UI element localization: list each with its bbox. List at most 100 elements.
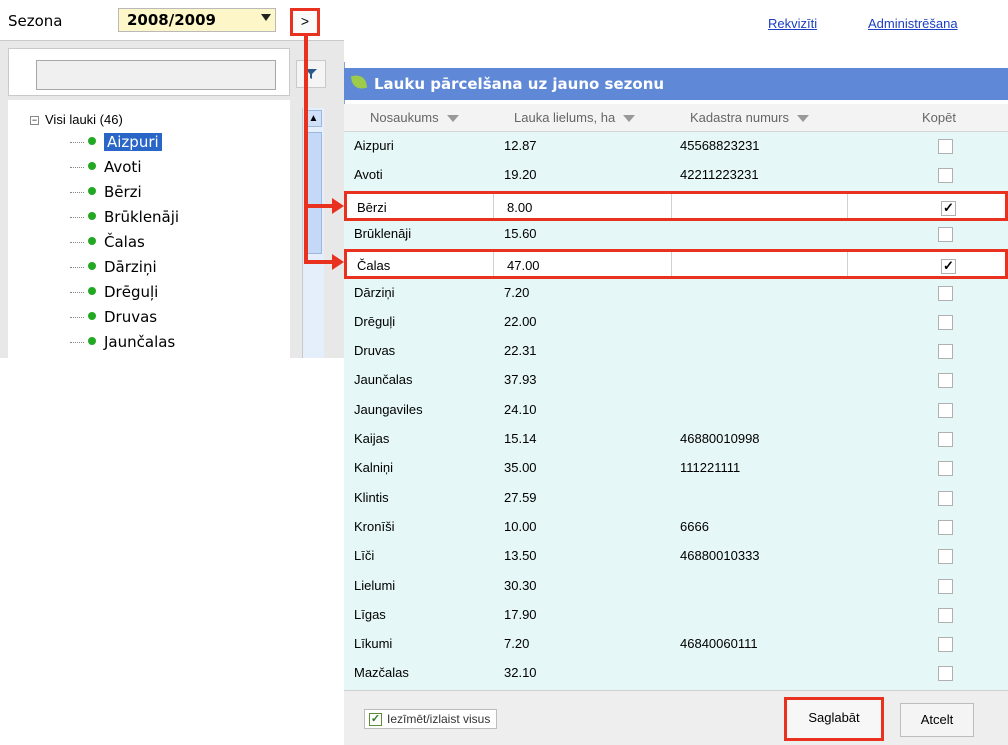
tree-item[interactable]: Aizpuri [70, 132, 163, 152]
table-row[interactable]: Jaungaviles 24.10 [344, 396, 1008, 426]
copy-checkbox[interactable] [938, 168, 953, 184]
copy-checkbox[interactable] [938, 666, 953, 682]
copy-checkbox[interactable] [938, 226, 953, 242]
copy-checkbox[interactable] [938, 461, 953, 477]
tree-item[interactable]: Bērzi [70, 183, 142, 201]
filter-icon[interactable] [797, 115, 809, 122]
filter-icon[interactable] [623, 115, 636, 122]
chevron-down-icon[interactable] [261, 14, 271, 21]
copy-checkbox[interactable] [938, 637, 953, 653]
link-rekviziti[interactable]: Rekvizīti [768, 16, 817, 31]
copy-checkbox[interactable] [938, 490, 953, 506]
tree-connector [70, 317, 84, 318]
tree-item[interactable]: Čalas [70, 233, 145, 251]
tree-connector [70, 292, 84, 293]
col-header-copy[interactable]: Kopēt [922, 110, 956, 125]
season-select[interactable]: 2008/2009 [118, 8, 276, 32]
table-row[interactable]: Aizpuri 12.87 45568823231 [344, 132, 1008, 162]
tree-root[interactable]: − Visi lauki (46) [30, 112, 123, 127]
table-row[interactable]: Līči 13.50 46880010333 [344, 542, 1008, 572]
col-header-cadastre-label: Kadastra numurs [690, 110, 789, 125]
table-row[interactable]: Kaijas 15.14 46880010998 [344, 425, 1008, 455]
table-row[interactable]: Kalniņi 35.00 111221111 [344, 454, 1008, 484]
status-dot-icon [88, 262, 96, 270]
col-header-name-label: Nosaukums [370, 110, 439, 125]
tree-item[interactable]: Avoti [70, 158, 142, 176]
cell-cadastre: 46840060111 [680, 636, 758, 652]
copy-checkbox[interactable]: ✓ [941, 200, 956, 216]
copy-checkbox[interactable]: ✓ [941, 259, 956, 275]
copy-checkbox[interactable] [938, 578, 953, 594]
select-all-toggle[interactable]: ✓ Iezīmēt/izlaist visus [364, 709, 498, 729]
cell-name: Aizpuri [354, 138, 394, 153]
red-connector [304, 36, 308, 264]
col-header-name[interactable]: Nosaukums [370, 110, 459, 125]
cell-name: Lielumi [354, 577, 396, 593]
table-row[interactable]: Druvas 22.31 [344, 337, 1008, 367]
copy-checkbox[interactable] [938, 402, 953, 418]
table-row[interactable]: Bērzi 8.00 ✓ [344, 190, 1008, 221]
cancel-button[interactable]: Atcelt [900, 703, 974, 737]
copy-checkbox[interactable] [938, 519, 953, 535]
link-administresana[interactable]: Administrēšana [868, 16, 958, 31]
table-row[interactable]: Dārziņi 7.20 [344, 279, 1008, 309]
table-row[interactable]: Drēguļi 22.00 [344, 308, 1008, 338]
expand-button[interactable]: > [290, 8, 320, 36]
tree-item-label: Avoti [104, 158, 142, 176]
tree-item[interactable]: Drēguļi [70, 283, 158, 301]
table-body: Aizpuri 12.87 45568823231 Avoti 19.20 4221122… [344, 132, 1008, 690]
tree-item-label: Bērzi [104, 183, 142, 201]
copy-checkbox[interactable] [938, 285, 953, 301]
cell-separator [847, 252, 848, 277]
table-row[interactable]: Brūklenāji 15.60 [344, 220, 1008, 250]
table-row[interactable]: Jaunčalas 37.93 [344, 366, 1008, 396]
cell-size: 13.50 [504, 548, 537, 564]
table-row[interactable]: Mazčalas 32.10 [344, 659, 1008, 689]
table-row[interactable]: Klintis 27.59 [344, 484, 1008, 514]
copy-checkbox[interactable] [938, 549, 953, 565]
table-row[interactable]: Līgas 17.90 [344, 601, 1008, 631]
tree-item[interactable]: Jaunčalas [70, 333, 175, 351]
cell-name: Jaunčalas [354, 372, 413, 388]
copy-checkbox[interactable] [938, 607, 953, 623]
tree-connector [70, 342, 84, 343]
copy-checkbox[interactable] [938, 139, 953, 154]
collapse-icon[interactable]: − [30, 116, 39, 125]
season-value: 2008/2009 [127, 11, 216, 29]
cell-size: 47.00 [507, 258, 540, 274]
cell-size: 37.93 [504, 372, 537, 388]
table-row[interactable]: Lielumi 30.30 [344, 572, 1008, 602]
copy-checkbox[interactable] [938, 344, 953, 360]
cell-separator [847, 193, 848, 218]
col-header-cadastre[interactable]: Kadastra numurs [690, 110, 809, 125]
cell-name: Avoti [354, 167, 383, 183]
filter-button[interactable] [296, 60, 326, 88]
table-row[interactable]: Kronīši 10.00 6666 [344, 513, 1008, 543]
cell-name: Kalniņi [354, 460, 394, 476]
tree-item[interactable]: Brūklenāji [70, 208, 179, 226]
cell-separator [671, 193, 672, 218]
red-connector [304, 260, 334, 264]
table-row[interactable]: Līkumi 7.20 46840060111 [344, 630, 1008, 660]
table-row[interactable]: Čalas 47.00 ✓ [344, 249, 1008, 280]
search-input[interactable] [36, 60, 276, 90]
table-row[interactable]: Avoti 19.20 42211223231 [344, 161, 1008, 191]
cell-name: Līkumi [354, 636, 393, 652]
cell-name: Līči [354, 548, 375, 564]
tree-item[interactable]: Druvas [70, 308, 157, 326]
cell-name: Jaungaviles [354, 401, 423, 417]
cell-name: Bērzi [357, 199, 387, 215]
save-button[interactable]: Saglabāt [784, 697, 884, 741]
copy-checkbox[interactable] [938, 373, 953, 389]
copy-checkbox[interactable] [938, 314, 953, 330]
tree-root-label: Visi lauki (46) [45, 112, 123, 127]
cell-name: Brūklenāji [354, 225, 412, 241]
select-all-checkbox[interactable]: ✓ [369, 713, 382, 726]
filter-icon[interactable] [446, 115, 459, 122]
col-header-size[interactable]: Lauka lielums, ha [514, 110, 636, 125]
status-dot-icon [88, 212, 96, 220]
tree-item[interactable]: Dārziņi [70, 258, 157, 276]
cell-size: 35.00 [504, 460, 537, 476]
copy-checkbox[interactable] [938, 432, 953, 447]
cell-size: 8.00 [507, 199, 533, 215]
